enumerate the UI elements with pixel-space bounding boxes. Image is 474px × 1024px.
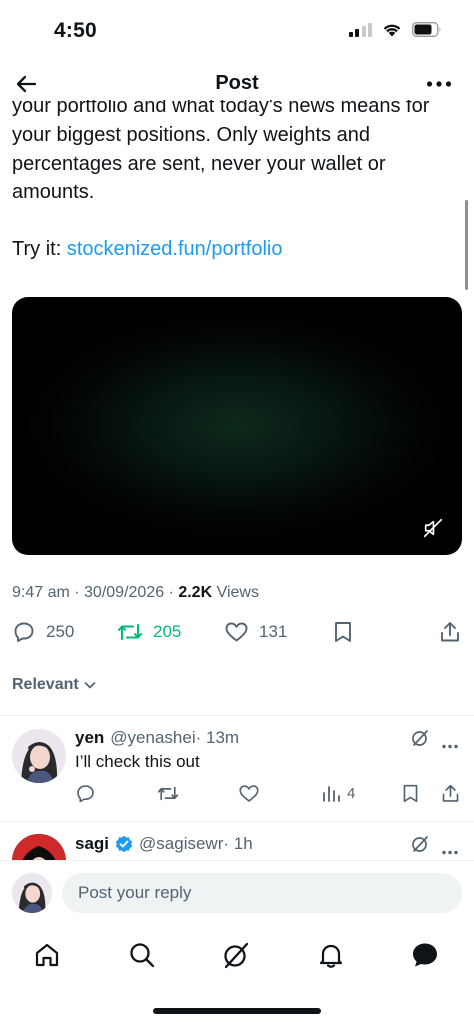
more-options-button[interactable] [424,70,454,98]
home-icon [35,943,59,967]
tab-notifications[interactable] [314,938,348,972]
heart-icon [239,785,259,802]
reply-sort-dropdown[interactable]: Relevant [12,676,97,694]
reply-composer: Post your reply [0,860,474,928]
more-horizontal-icon [442,744,458,749]
status-time: 4:50 [54,19,97,42]
post-timestamp: 9:47 am · 30/09/2026 · [12,584,179,601]
reply-count: 250 [46,622,75,641]
reply-header: yen @yenashei· 13m [75,728,239,748]
chevron-down-icon [84,682,96,689]
reply-icon [77,785,94,803]
views-label: Views [212,584,259,601]
reply-more-button[interactable] [442,842,458,860]
post-action-bar: 250 205 131 [0,620,474,652]
chat-bubble-icon [413,943,437,967]
analytics-icon [323,786,340,802]
reply-repost-button[interactable] [157,783,179,804]
reply-author-handle[interactable]: @yenashei [110,728,195,747]
grok-icon [412,730,428,746]
reply-share-button[interactable] [440,783,461,804]
bookmark-button[interactable] [332,620,354,644]
bell-icon [319,944,343,968]
try-label: Try it: [12,238,67,260]
reply-text: I’ll check this out [75,752,200,771]
status-bar: 4:50 [0,0,474,62]
grok-button[interactable] [410,728,430,753]
repost-count: 205 [153,622,182,641]
muted-speaker-icon[interactable] [422,517,444,539]
avatar[interactable] [12,729,66,783]
wifi-icon [383,24,401,37]
post-text-line: amounts. [12,181,95,203]
reply-handle-time: @yenashei· 13m [110,728,239,748]
repost-button[interactable]: 205 [117,620,181,644]
portfolio-link[interactable]: stockenized.fun/portfolio [67,238,283,260]
reply-input[interactable]: Post your reply [62,873,462,913]
reply-views-button[interactable]: 4 [321,783,355,803]
post-text-line: your biggest positions. Only weights and [12,124,370,146]
like-count: 131 [259,622,288,641]
post-text: your portfolio and what today's news mea… [12,100,464,264]
post-text-line: percentages are sent, never your wallet … [12,152,386,175]
video-player[interactable] [12,297,462,555]
reply-more-button[interactable] [442,736,458,754]
grok-icon [412,836,428,852]
share-button[interactable] [438,620,462,644]
reply-time: · 1h [223,834,253,853]
views-count[interactable]: 2.2K [178,584,212,601]
heart-icon [225,622,248,642]
search-icon [130,943,155,968]
cellular-signal-icon [348,22,372,37]
post-text-line: your portfolio and what today's news mea… [12,100,430,117]
reply-bookmark-button[interactable] [401,783,420,804]
reply-header: sagi @sagisewr· 1h [75,834,253,854]
share-icon [441,622,459,642]
post-text-try-line: Try it: stockenized.fun/portfolio [12,235,464,264]
verified-badge-icon [115,835,133,853]
reply-time: · 13m [195,728,240,747]
tab-search[interactable] [125,938,159,972]
post-metadata: 9:47 am · 30/09/2026 · 2.2K Views [12,584,259,602]
more-horizontal-icon [442,850,458,855]
reply-item[interactable]: yen @yenashei· 13m I’ll check this out 4 [0,716,474,821]
repost-icon [157,786,179,801]
reply-author-name[interactable]: sagi [75,834,109,854]
reply-like-button[interactable] [238,783,260,804]
status-icons [348,22,443,37]
reply-button[interactable]: 250 [12,620,74,644]
avatar-image [12,834,66,860]
grok-icon [224,942,249,969]
page-title: Post [215,72,259,94]
reply-sort-label: Relevant [12,676,79,693]
bookmark-icon [335,622,351,642]
grok-button[interactable] [410,834,430,859]
home-indicator[interactable] [153,1008,321,1014]
avatar[interactable] [12,873,52,913]
like-button[interactable]: 131 [224,620,287,644]
avatar-image [12,873,52,913]
reply-reply-button[interactable] [75,783,96,804]
bookmark-icon [403,784,418,803]
tab-home[interactable] [30,938,64,972]
reply-handle-time: @sagisewr· 1h [139,834,253,854]
reply-action-bar: 4 [75,783,465,807]
bottom-tab-bar [0,928,474,984]
tab-grok[interactable] [219,938,253,972]
reply-author-name[interactable]: yen [75,728,104,748]
avatar[interactable] [12,834,66,860]
reply-views-count: 4 [347,784,356,802]
more-horizontal-icon [426,81,452,87]
tab-messages[interactable] [408,938,442,972]
share-icon [442,784,459,802]
avatar-image [12,729,66,783]
scrollbar[interactable] [465,200,468,290]
reply-author-handle[interactable]: @sagisewr [139,834,223,853]
reply-icon [14,622,34,642]
repost-icon [118,624,142,640]
battery-icon [412,22,441,37]
reply-item[interactable]: sagi @sagisewr· 1h [0,822,474,860]
